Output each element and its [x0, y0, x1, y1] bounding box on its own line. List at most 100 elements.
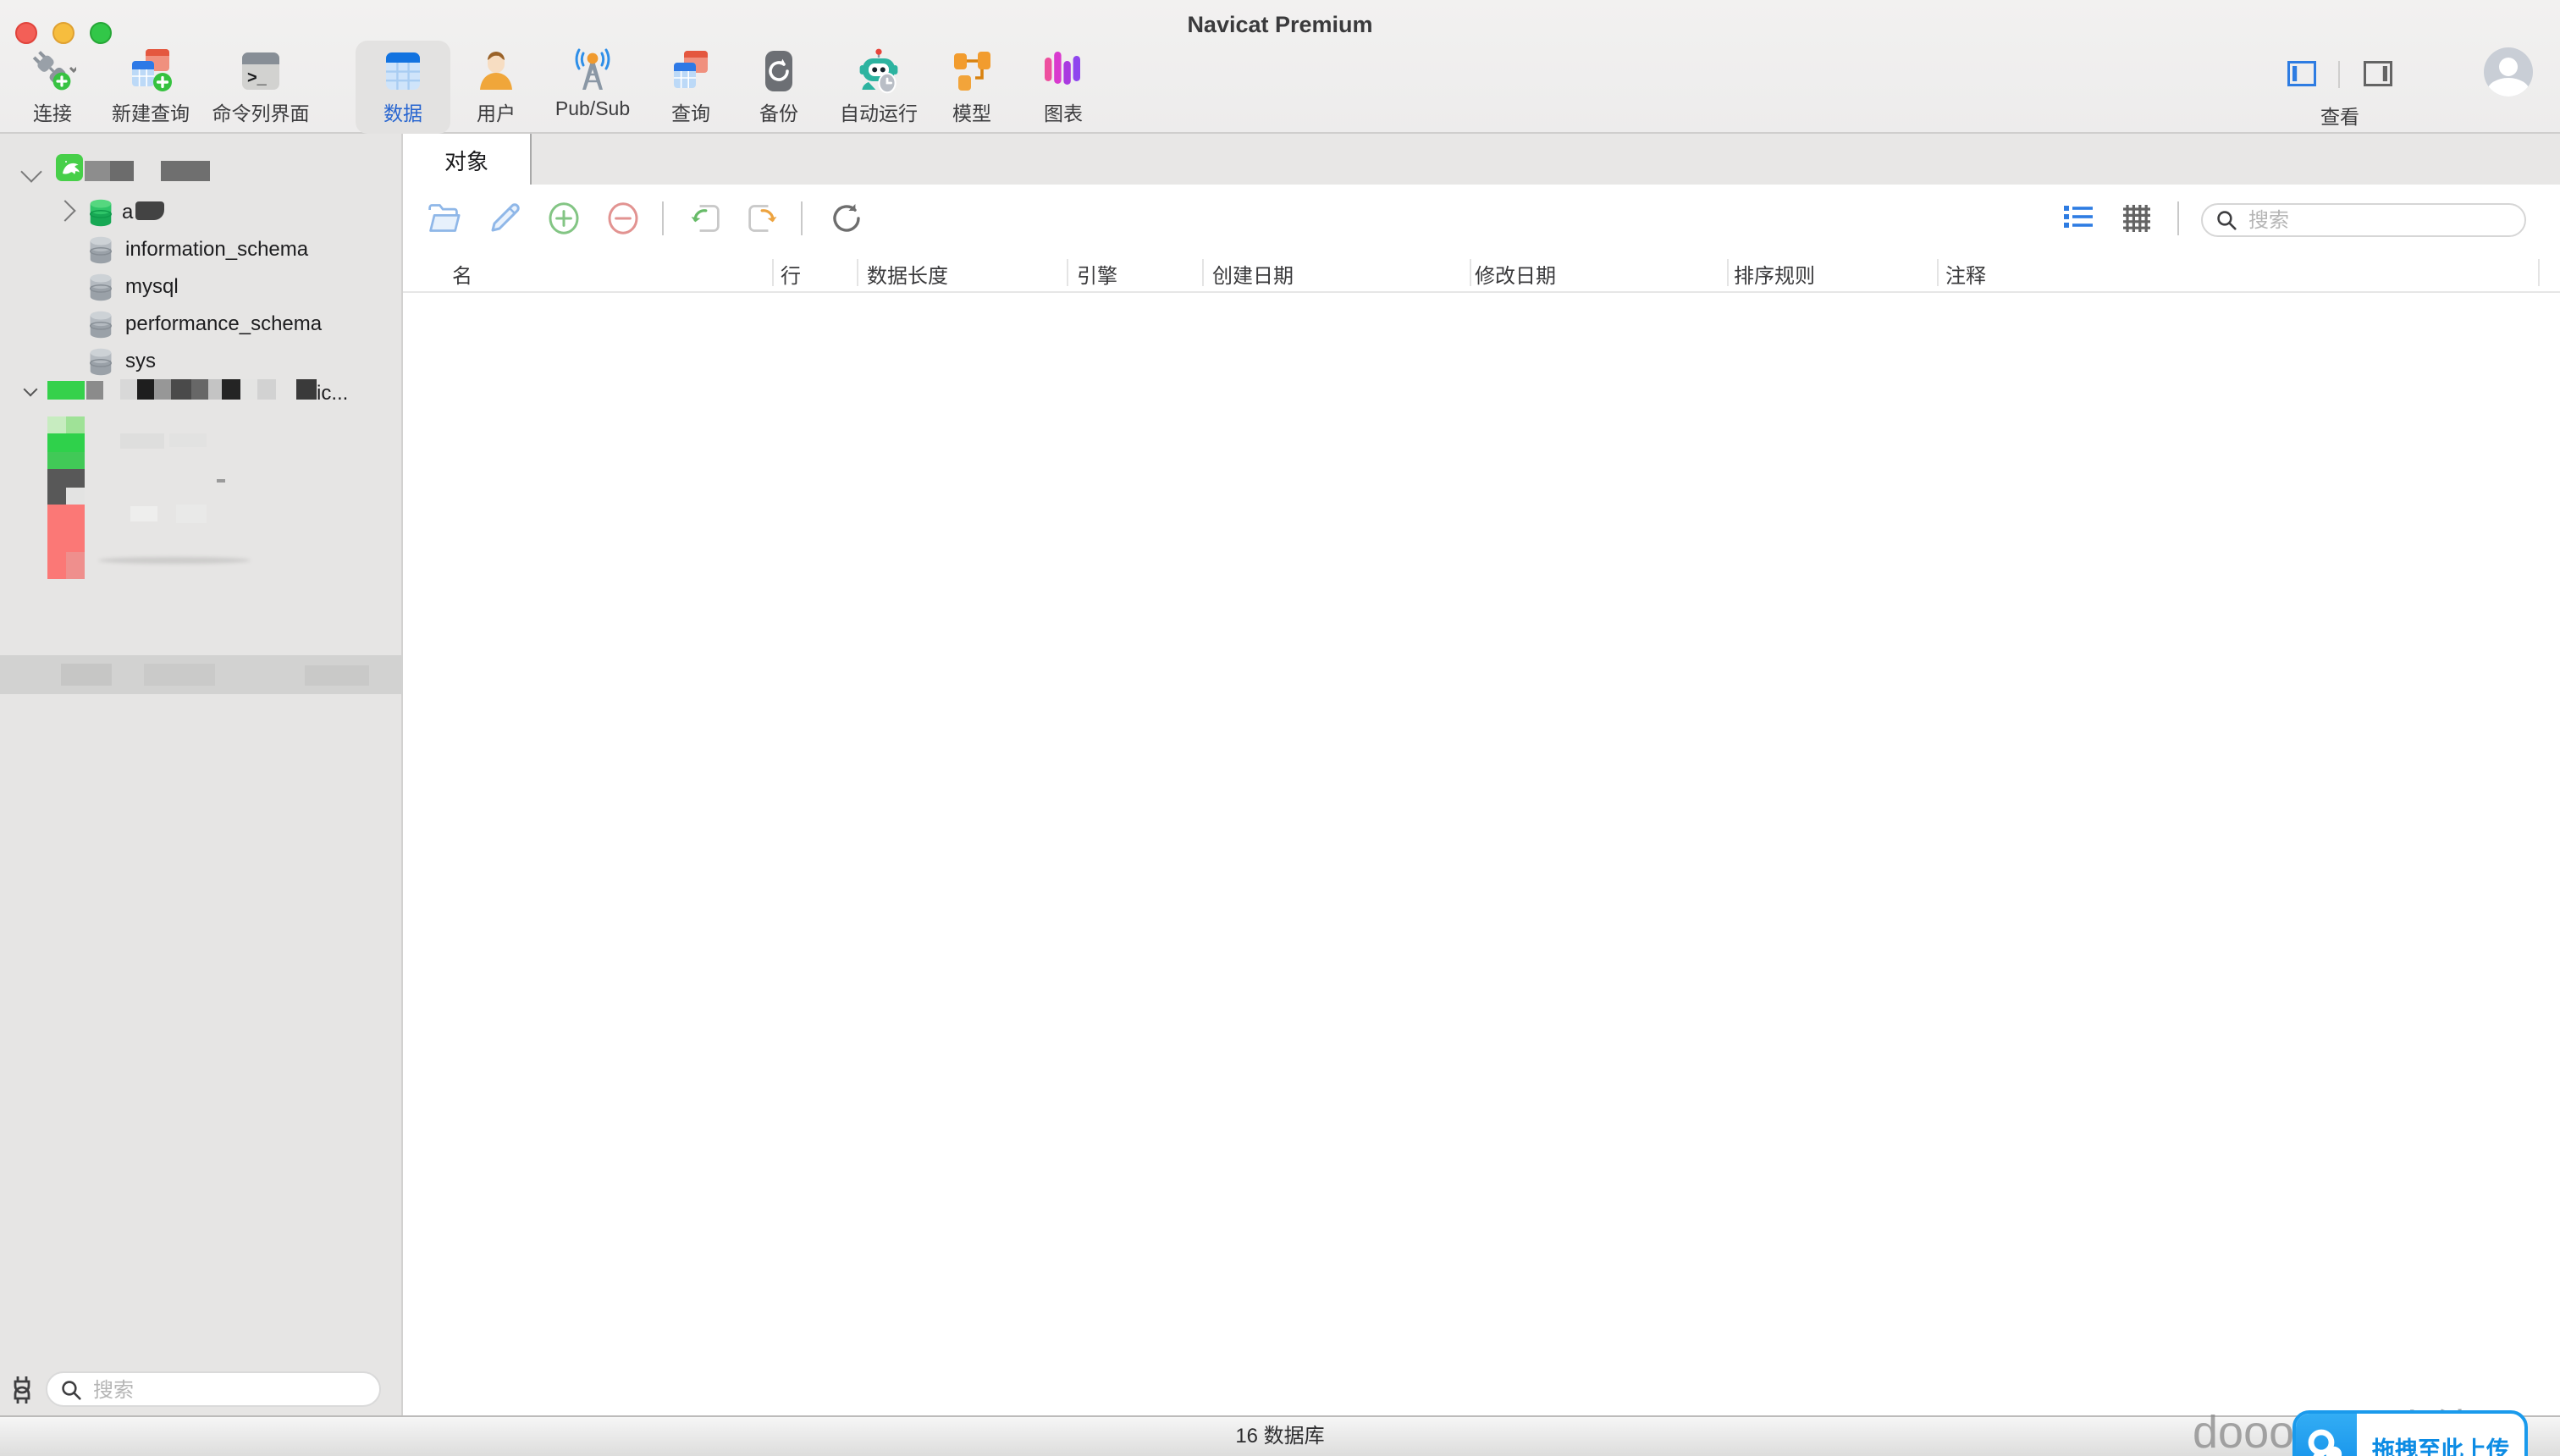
status-database-count: 16 数据库	[1235, 1424, 1324, 1448]
redacted-block	[120, 379, 137, 400]
database-gray-icon	[88, 347, 113, 376]
column-header-comment[interactable]: 注释	[1945, 261, 1986, 290]
design-table-pencil-icon[interactable]	[488, 201, 521, 235]
redacted-block	[47, 416, 66, 433]
column-divider[interactable]	[857, 259, 858, 286]
redacted-block	[240, 379, 257, 400]
column-header-modified[interactable]: 修改日期	[1475, 261, 1556, 290]
column-header-rows[interactable]: 行	[781, 261, 801, 290]
toolbar-label-query: 查询	[671, 100, 710, 127]
view-sidebar-left-toggle[interactable]	[2287, 61, 2316, 86]
database-gray-icon	[88, 273, 113, 301]
redacted-block	[208, 379, 222, 400]
view-sidebar-right-toggle[interactable]	[2364, 61, 2392, 86]
tree-row-information-schema[interactable]: information_schema	[0, 230, 403, 267]
column-header-data-length[interactable]: 数据长度	[867, 261, 948, 290]
column-divider[interactable]	[1727, 259, 1729, 286]
tree-row-mysql[interactable]: mysql	[0, 267, 403, 305]
database-gray-icon	[88, 235, 113, 264]
toolbar-label-model: 模型	[952, 100, 991, 127]
user-icon	[472, 47, 520, 95]
toolbar-label-users: 用户	[477, 100, 516, 127]
avatar-silhouette	[2499, 58, 2518, 76]
user-avatar[interactable]	[2484, 47, 2533, 97]
tree-row-selected-redacted[interactable]	[0, 655, 403, 694]
chevron-down-icon[interactable]	[20, 161, 41, 182]
column-header-engine[interactable]: 引擎	[1077, 261, 1117, 290]
open-table-folder-icon[interactable]	[427, 201, 461, 235]
redacted-block	[137, 379, 154, 400]
connection-filter-icon[interactable]	[8, 1375, 36, 1405]
tab-objects[interactable]: 对象	[403, 134, 532, 185]
redacted-block	[222, 379, 240, 400]
column-divider[interactable]	[1470, 259, 1471, 286]
toolbar-label-charts: 图表	[1044, 100, 1083, 127]
view-group-label: 查看	[2299, 103, 2381, 130]
column-divider[interactable]	[1202, 259, 1204, 286]
toolbar-item-new-query[interactable]: 新建查询	[90, 47, 212, 127]
tree-row-sys[interactable]: sys	[0, 342, 403, 379]
list-view-icon[interactable]	[2064, 201, 2093, 235]
toolbar-divider	[662, 201, 664, 235]
tree-row-performance-schema[interactable]: performance_schema	[0, 305, 403, 342]
model-icon	[948, 47, 996, 95]
grid-view-icon[interactable]	[2123, 201, 2150, 235]
db-name: sys	[125, 349, 156, 372]
upload-drop-badge[interactable]: 拖拽至此上传	[2292, 1410, 2528, 1456]
sidebar-search-input[interactable]	[90, 1376, 350, 1403]
object-toolbar	[403, 185, 2560, 254]
column-header-collation[interactable]: 排序规则	[1734, 261, 1815, 290]
object-list-area[interactable]	[403, 293, 2560, 1415]
object-search-input[interactable]	[2245, 207, 2506, 234]
redacted-block	[191, 379, 208, 400]
radio-tower-icon	[569, 47, 616, 95]
db-name-partial: a	[122, 200, 133, 223]
column-divider[interactable]	[1937, 259, 1939, 286]
db-name: mysql	[125, 274, 179, 298]
toolbar-label-connection: 连接	[33, 100, 72, 127]
column-header-name[interactable]: 名	[452, 261, 472, 290]
status-bar: 16 数据库	[0, 1415, 2560, 1456]
mysql-connection-icon	[56, 154, 83, 181]
chevron-down-icon[interactable]	[24, 383, 38, 397]
column-divider[interactable]	[1067, 259, 1068, 286]
toolbar-item-charts[interactable]: 图表	[1002, 47, 1124, 127]
db-name: information_schema	[125, 237, 308, 261]
search-icon	[2216, 210, 2237, 230]
redacted-block	[161, 161, 210, 181]
toolbar-label-backup: 备份	[759, 100, 798, 127]
view-toggle-divider	[2338, 61, 2340, 88]
navicat-window: Navicat Premium 连接	[0, 0, 2560, 1456]
redacted-block	[66, 552, 85, 579]
toolbar-item-cli[interactable]: >_ 命令列界面	[200, 47, 322, 127]
redacted-block	[296, 379, 317, 400]
db-name: performance_schema	[125, 312, 322, 335]
object-search-field[interactable]	[2201, 203, 2526, 237]
toolbar-label-pubsub: Pub/Sub	[555, 100, 630, 120]
tree-row-connection-redacted[interactable]: ic...	[0, 379, 403, 416]
sidebar-search-field[interactable]	[46, 1371, 381, 1407]
column-header-created[interactable]: 创建日期	[1212, 261, 1294, 290]
toolbar-label-cli: 命令列界面	[212, 100, 310, 127]
redacted-block	[98, 557, 251, 564]
backup-icon	[755, 47, 803, 95]
redacted-block	[85, 161, 110, 181]
database-green-icon	[88, 198, 113, 227]
query-icon	[667, 47, 714, 95]
object-list-header: 名 行 数据长度 引擎 创建日期 修改日期 排序规则 注释	[403, 254, 2560, 293]
import-wizard-icon[interactable]	[687, 201, 721, 235]
redacted-block	[47, 452, 85, 469]
delete-table-minus-icon[interactable]	[606, 201, 640, 235]
refresh-icon[interactable]	[830, 201, 863, 235]
column-divider[interactable]	[2538, 259, 2540, 286]
redacted-block	[169, 433, 207, 447]
export-wizard-icon[interactable]	[747, 201, 781, 235]
new-table-plus-icon[interactable]	[547, 201, 581, 235]
column-divider[interactable]	[772, 259, 774, 286]
chevron-right-icon[interactable]	[54, 200, 75, 221]
tree-row-database-partial[interactable]: a	[0, 193, 403, 230]
redacted-block	[66, 488, 85, 505]
redacted-block	[305, 665, 369, 686]
tree-row-connection[interactable]	[0, 156, 403, 193]
redacted-block	[171, 379, 191, 400]
